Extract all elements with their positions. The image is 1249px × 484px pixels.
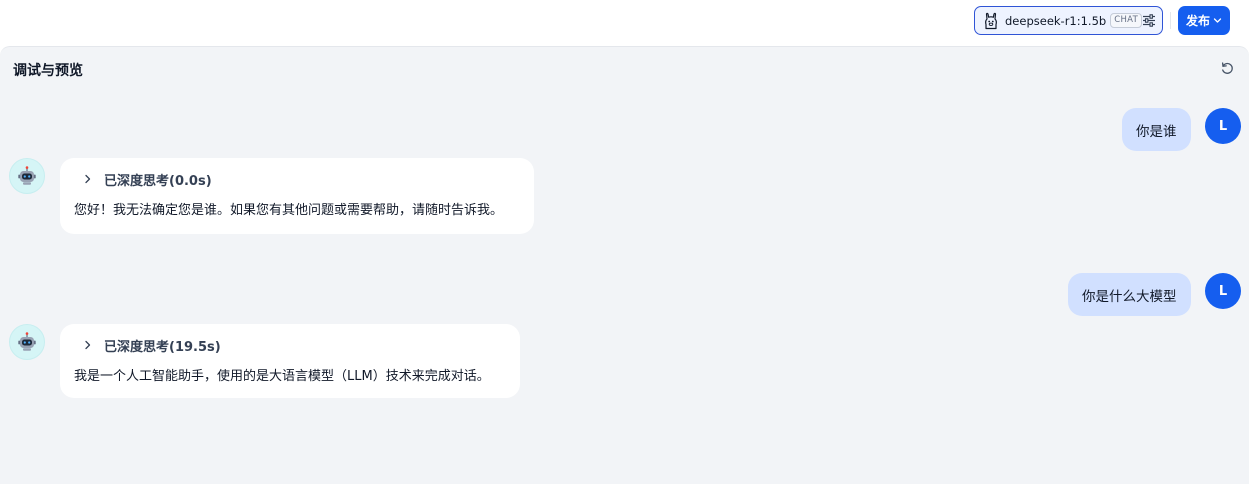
assistant-answer: 我是一个人工智能助手，使用的是大语言模型（LLM）技术来完成对话。 [74, 369, 490, 384]
thinking-label: 已深度思考(0.0s) [104, 173, 212, 189]
refresh-icon[interactable] [1219, 60, 1235, 76]
thinking-toggle[interactable]: 已深度思考(0.0s) [74, 169, 520, 189]
top-bar: deepseek-r1:1.5b CHAT 发布 [0, 0, 1249, 46]
sliders-icon[interactable] [1142, 14, 1156, 28]
llama-icon [983, 12, 999, 30]
chevron-right-icon [82, 339, 94, 351]
robot-icon [9, 158, 45, 194]
publish-button[interactable]: 发布 [1178, 6, 1230, 35]
user-avatar: L [1205, 273, 1241, 309]
assistant-message: 已深度思考(0.0s) 您好！我无法确定您是谁。如果您有其他问题或需要帮助，请随… [60, 158, 534, 234]
thinking-toggle[interactable]: 已深度思考(19.5s) [74, 335, 506, 355]
user-avatar: L [1205, 108, 1241, 144]
chevron-right-icon [82, 173, 94, 185]
assistant-answer: 您好！我无法确定您是谁。如果您有其他问题或需要帮助，请随时告诉我。 [74, 203, 504, 218]
mode-badge: CHAT [1110, 13, 1143, 28]
user-message: 你是谁 [1122, 108, 1191, 151]
model-selector[interactable]: deepseek-r1:1.5b CHAT [974, 6, 1163, 35]
robot-icon [9, 324, 45, 360]
user-message: 你是什么大模型 [1068, 273, 1191, 316]
toolbar-divider [1170, 12, 1171, 29]
model-name: deepseek-r1:1.5b [1005, 13, 1107, 28]
assistant-message: 已深度思考(19.5s) 我是一个人工智能助手，使用的是大语言模型（LLM）技术… [60, 324, 520, 398]
panel-title: 调试与预览 [13, 63, 83, 79]
thinking-label: 已深度思考(19.5s) [104, 339, 221, 355]
publish-label: 发布 [1185, 14, 1210, 28]
chevron-down-icon [1213, 14, 1222, 28]
debug-preview-panel: 调试与预览 [0, 46, 1249, 484]
